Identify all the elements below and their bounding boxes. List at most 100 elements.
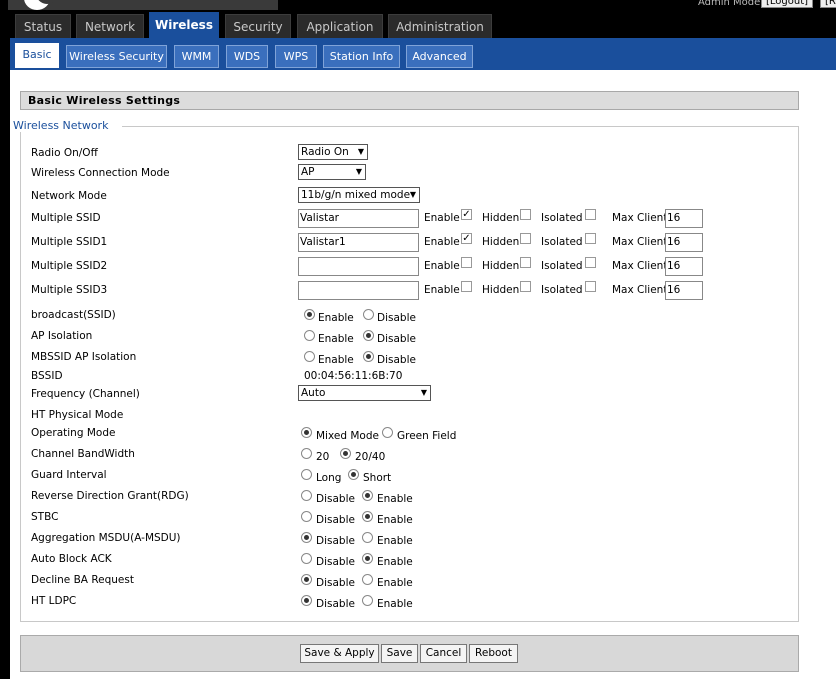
decline-ba-enable-radio[interactable] <box>362 574 373 585</box>
label-radio: Radio On/Off <box>31 147 98 159</box>
rdg-disable-radio[interactable] <box>301 490 312 501</box>
subtab-wireless-security[interactable]: Wireless Security <box>66 45 167 68</box>
label-ssid3: Multiple SSID3 <box>31 284 108 296</box>
label-ht-ldpc: HT LDPC <box>31 595 77 607</box>
guard-short-radio[interactable] <box>348 469 359 480</box>
ssid1-max-client-label: Max Client <box>612 236 668 248</box>
logout-button[interactable]: [Logout] <box>761 0 814 8</box>
stbc-disable-radio[interactable] <box>301 511 312 522</box>
stbc-enable-label: Enable <box>377 514 413 526</box>
radio-select-value: Radio On <box>301 146 349 158</box>
ht-ldpc-disable-radio[interactable] <box>301 595 312 606</box>
tab-security[interactable]: Security <box>225 14 291 39</box>
admin-mode-label: Admin Mode <box>698 0 761 8</box>
ssid2-max-client-input[interactable]: 16 <box>665 257 703 276</box>
network-mode-select[interactable]: 11b/g/n mixed mode ▼ <box>298 187 420 203</box>
ssid-isolated-checkbox[interactable] <box>585 209 596 220</box>
connection-mode-select[interactable]: AP ▼ <box>298 164 366 180</box>
amsdu-enable-label: Enable <box>377 535 413 547</box>
guard-long-label: Long <box>316 472 342 484</box>
subtab-wmm[interactable]: WMM <box>174 45 219 68</box>
ssid1-hidden-checkbox[interactable] <box>520 233 531 244</box>
ap-isolation-disable-radio[interactable] <box>363 330 374 341</box>
tab-network[interactable]: Network <box>76 14 144 39</box>
ssid3-max-client-input[interactable]: 16 <box>665 281 703 300</box>
ssid3-hidden-checkbox[interactable] <box>520 281 531 292</box>
network-mode-value: 11b/g/n mixed mode <box>301 189 411 201</box>
ssid3-enable-checkbox[interactable] <box>461 281 472 292</box>
ssid2-enable-checkbox[interactable] <box>461 257 472 268</box>
decline-ba-disable-radio[interactable] <box>301 574 312 585</box>
bandwidth-20-label: 20 <box>316 451 330 463</box>
decline-ba-enable-label: Enable <box>377 577 413 589</box>
ssid3-hidden-label: Hidden <box>482 284 520 296</box>
ssid3-isolated-label: Isolated <box>541 284 583 296</box>
ssid2-enable-label: Enable <box>424 260 460 272</box>
auto-ba-enable-radio[interactable] <box>362 553 373 564</box>
ssid-enable-checkbox[interactable]: ✓ <box>461 209 472 220</box>
label-ap-isolation: AP Isolation <box>31 330 93 342</box>
ht-ldpc-enable-radio[interactable] <box>362 595 373 606</box>
ap-isolation-disable-label: Disable <box>377 333 416 345</box>
amsdu-disable-radio[interactable] <box>301 532 312 543</box>
tab-wireless[interactable]: Wireless <box>149 12 219 39</box>
save-apply-button[interactable]: Save & Apply <box>300 644 379 663</box>
ssid-input[interactable]: Valistar <box>298 209 419 228</box>
section-title: Basic Wireless Settings <box>20 91 799 110</box>
ssid-hidden-checkbox[interactable] <box>520 209 531 220</box>
ssid2-input[interactable] <box>298 257 419 276</box>
ssid1-isolated-checkbox[interactable] <box>585 233 596 244</box>
cancel-button[interactable]: Cancel <box>420 644 467 663</box>
opmode-green-radio[interactable] <box>382 427 393 438</box>
subtab-basic[interactable]: Basic <box>15 43 59 68</box>
ssid-max-client-input[interactable]: 16 <box>665 209 703 228</box>
subtab-advanced[interactable]: Advanced <box>406 45 473 68</box>
ssid2-isolated-checkbox[interactable] <box>585 257 596 268</box>
tab-application[interactable]: Application <box>297 14 383 39</box>
ap-isolation-enable-radio[interactable] <box>304 330 315 341</box>
guard-short-label: Short <box>363 472 392 484</box>
ssid1-max-client-input[interactable]: 16 <box>665 233 703 252</box>
frequency-value: Auto <box>301 387 326 399</box>
bandwidth-2040-label: 20/40 <box>355 451 386 463</box>
tab-status[interactable]: Status <box>15 14 71 39</box>
reboot-button[interactable]: Reboot <box>469 644 518 663</box>
bandwidth-20-radio[interactable] <box>301 448 312 459</box>
ssid3-isolated-checkbox[interactable] <box>585 281 596 292</box>
label-bandwidth: Channel BandWidth <box>31 448 135 460</box>
auto-ba-disable-radio[interactable] <box>301 553 312 564</box>
rdg-disable-label: Disable <box>316 493 355 505</box>
save-button[interactable]: Save <box>381 644 418 663</box>
label-guard-interval: Guard Interval <box>31 469 107 481</box>
mbssid-enable-radio[interactable] <box>304 351 315 362</box>
broadcast-enable-radio[interactable] <box>304 309 315 320</box>
ssid2-hidden-checkbox[interactable] <box>520 257 531 268</box>
tab-administration[interactable]: Administration <box>388 14 492 39</box>
mbssid-disable-label: Disable <box>377 354 416 366</box>
auto-ba-enable-label: Enable <box>377 556 413 568</box>
label-ssid1: Multiple SSID1 <box>31 236 108 248</box>
broadcast-disable-radio[interactable] <box>363 309 374 320</box>
chevron-down-icon: ▼ <box>357 147 364 156</box>
ssid3-input[interactable] <box>298 281 419 300</box>
bandwidth-2040-radio[interactable] <box>340 448 351 459</box>
stbc-enable-radio[interactable] <box>362 511 373 522</box>
opmode-mixed-radio[interactable] <box>301 427 312 438</box>
subtab-wps[interactable]: WPS <box>275 45 317 68</box>
subtab-station-info[interactable]: Station Info <box>323 45 400 68</box>
label-stbc: STBC <box>31 511 59 523</box>
amsdu-enable-radio[interactable] <box>362 532 373 543</box>
ssid3-max-client-label: Max Client <box>612 284 668 296</box>
guard-long-radio[interactable] <box>301 469 312 480</box>
ssid1-enable-checkbox[interactable]: ✓ <box>461 233 472 244</box>
connection-mode-value: AP <box>301 166 315 178</box>
ssid2-isolated-label: Isolated <box>541 260 583 272</box>
mbssid-disable-radio[interactable] <box>363 351 374 362</box>
extra-top-button[interactable]: [R <box>820 0 836 8</box>
ssid-max-client-label: Max Client <box>612 212 668 224</box>
frequency-select[interactable]: Auto ▼ <box>298 385 431 401</box>
subtab-wds[interactable]: WDS <box>226 45 268 68</box>
rdg-enable-radio[interactable] <box>362 490 373 501</box>
radio-select[interactable]: Radio On ▼ <box>298 144 368 160</box>
ssid1-input[interactable]: Valistar1 <box>298 233 419 252</box>
